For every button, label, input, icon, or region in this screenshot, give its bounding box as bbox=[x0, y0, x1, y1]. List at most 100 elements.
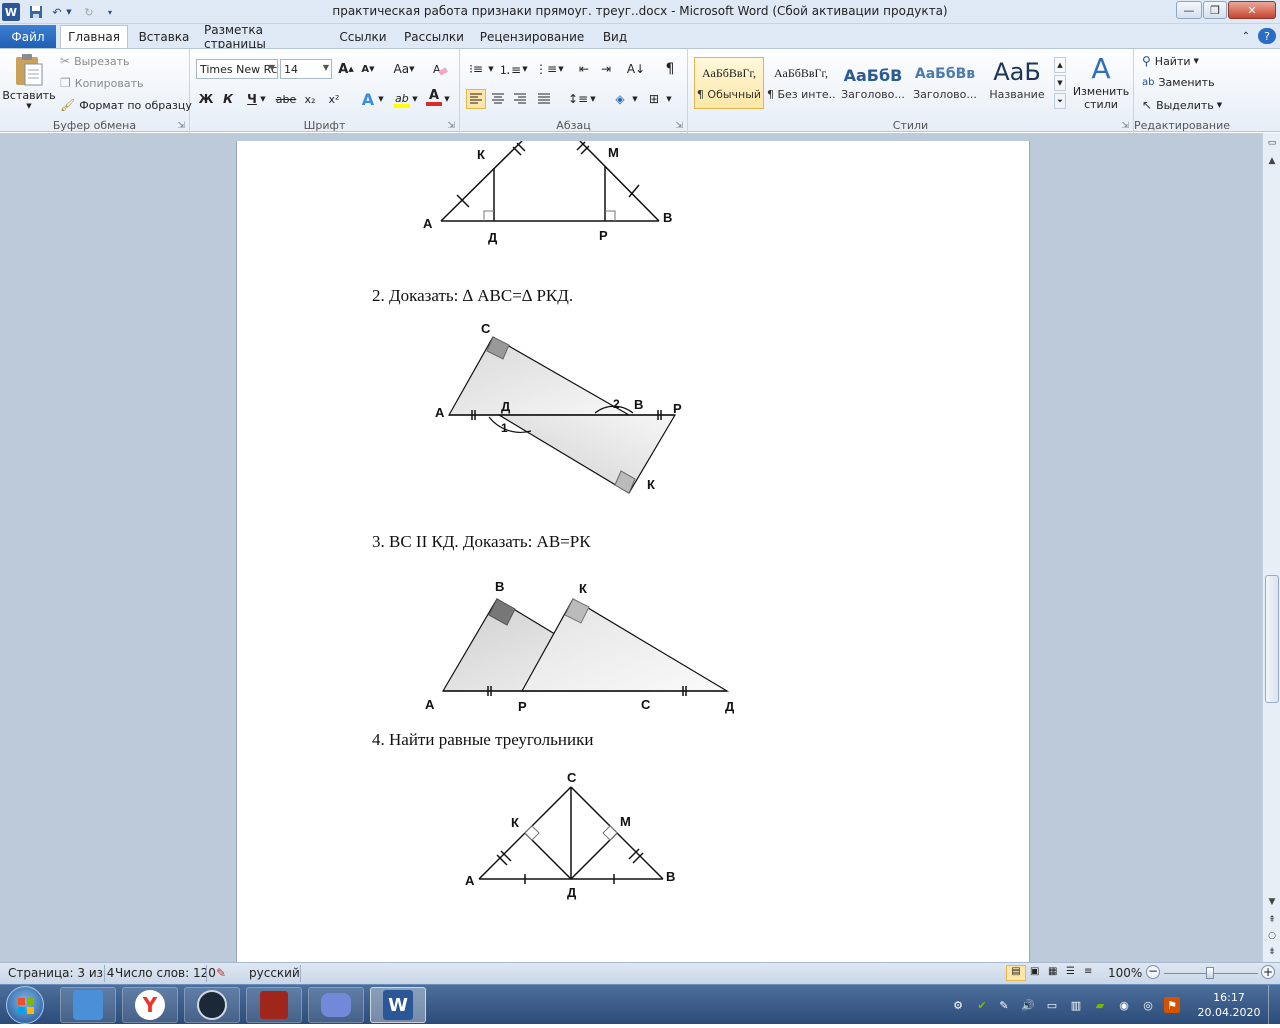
numbering-dropdown-icon[interactable]: ▼ bbox=[520, 59, 530, 79]
sort-icon[interactable]: A↓ bbox=[626, 59, 646, 79]
strikethrough-button[interactable]: abe bbox=[276, 89, 297, 109]
tray-icon-5[interactable]: ▭ bbox=[1044, 997, 1060, 1013]
shading-icon[interactable]: ◈ bbox=[610, 89, 630, 109]
styles-scroll-down-icon[interactable]: ▼ bbox=[1054, 75, 1066, 91]
tab-file[interactable]: Файл bbox=[0, 25, 56, 48]
clipboard-launcher-icon[interactable]: ⇲ bbox=[177, 121, 185, 131]
tab-home[interactable]: Главная bbox=[60, 25, 128, 48]
font-color-dropdown-icon[interactable]: ▼ bbox=[442, 89, 452, 109]
styles-launcher-icon[interactable]: ⇲ bbox=[1121, 121, 1129, 131]
highlight-dropdown-icon[interactable]: ▼ bbox=[410, 89, 420, 109]
select-button[interactable]: ↖ Выделить ▼ bbox=[1142, 98, 1222, 112]
borders-icon[interactable]: ⊞ bbox=[644, 89, 664, 109]
tray-icon-1[interactable]: ⚙ bbox=[950, 997, 966, 1013]
tray-icon-10[interactable]: ⚑ bbox=[1164, 997, 1180, 1013]
font-color-button[interactable]: A bbox=[424, 87, 444, 107]
tray-security-icon[interactable]: ✔ bbox=[974, 997, 990, 1013]
borders-dropdown-icon[interactable]: ▼ bbox=[664, 89, 674, 109]
tab-review[interactable]: Рецензирование bbox=[480, 25, 585, 48]
minimize-ribbon-icon[interactable]: ⌃ bbox=[1238, 25, 1254, 48]
outline-view-icon[interactable]: ☰ bbox=[1066, 966, 1075, 977]
replace-button[interactable]: ab Заменить bbox=[1142, 76, 1215, 89]
style-heading-2[interactable]: АаБбВв Заголово... bbox=[910, 57, 980, 109]
numbering-icon[interactable]: ⒈≡ bbox=[499, 59, 521, 79]
align-left-icon[interactable] bbox=[466, 89, 486, 109]
text-effects-icon[interactable]: A bbox=[358, 89, 378, 109]
italic-button[interactable]: К bbox=[218, 89, 238, 109]
zoom-out-button[interactable]: − bbox=[1146, 965, 1160, 979]
previous-page-icon[interactable]: ⇞ bbox=[1263, 912, 1280, 928]
tab-references[interactable]: Ссылки bbox=[336, 25, 390, 48]
align-center-icon[interactable] bbox=[488, 89, 508, 109]
taskbar-yandex-browser[interactable]: Y bbox=[122, 987, 178, 1023]
font-launcher-icon[interactable]: ⇲ bbox=[447, 121, 455, 131]
volume-icon[interactable]: 🔊 bbox=[1020, 997, 1036, 1013]
multilevel-list-icon[interactable]: ⋮≡ bbox=[535, 59, 557, 79]
zoom-slider-thumb[interactable] bbox=[1206, 967, 1214, 979]
taskbar-discord[interactable] bbox=[308, 987, 364, 1023]
scroll-up-icon[interactable]: ▲ bbox=[1263, 153, 1280, 169]
underline-dropdown-icon[interactable]: ▼ bbox=[258, 89, 268, 109]
page-count[interactable]: Страница: 3 из 4 bbox=[8, 966, 114, 980]
find-button[interactable]: ⚲ Найти ▼ bbox=[1142, 54, 1199, 68]
full-screen-reading-icon[interactable]: ▣ bbox=[1030, 966, 1039, 977]
browse-object-icon[interactable]: ○ bbox=[1263, 928, 1280, 944]
ruler-toggle-icon[interactable]: ▭ bbox=[1263, 135, 1280, 151]
format-painter-button[interactable]: 🖌 Формат по образцу bbox=[60, 98, 192, 112]
web-layout-icon[interactable]: ▦ bbox=[1048, 966, 1057, 977]
paragraph-launcher-icon[interactable]: ⇲ bbox=[675, 121, 683, 131]
help-icon[interactable]: ? bbox=[1258, 28, 1276, 44]
bold-button[interactable]: Ж bbox=[196, 89, 216, 109]
zoom-in-button[interactable]: + bbox=[1261, 965, 1275, 979]
taskbar-word[interactable]: W bbox=[370, 987, 426, 1023]
shrink-font-button[interactable]: A ▼ bbox=[358, 59, 378, 79]
justify-icon[interactable] bbox=[534, 89, 554, 109]
system-clock[interactable]: 16:17 20.04.2020 bbox=[1196, 990, 1262, 1020]
next-page-icon[interactable]: ⇟ bbox=[1263, 944, 1280, 960]
show-formatting-button[interactable]: ¶ bbox=[660, 59, 680, 79]
taskbar-dota[interactable] bbox=[246, 987, 302, 1023]
multilevel-dropdown-icon[interactable]: ▼ bbox=[556, 59, 566, 79]
taskbar-app-wolf[interactable] bbox=[60, 987, 116, 1023]
show-desktop-button[interactable] bbox=[1268, 985, 1280, 1025]
superscript-button[interactable]: x² bbox=[324, 89, 344, 109]
nvidia-icon[interactable]: ▰ bbox=[1092, 997, 1108, 1013]
scroll-thumb[interactable] bbox=[1265, 575, 1279, 703]
tray-steam-icon[interactable]: ◎ bbox=[1140, 997, 1156, 1013]
paste-button[interactable]: Вставить ▼ bbox=[2, 53, 56, 115]
draft-view-icon[interactable]: ≡ bbox=[1084, 966, 1092, 977]
taskbar-steam[interactable] bbox=[184, 987, 240, 1023]
minimize-button[interactable]: — bbox=[1176, 1, 1202, 19]
language-indicator[interactable]: русский bbox=[249, 966, 300, 980]
document-page[interactable]: А Д Р В К М 2. Доказать: ∆ АВС=∆ РКД. С … bbox=[236, 141, 1030, 962]
style-heading-1[interactable]: АаБбВ Заголово... bbox=[838, 57, 908, 109]
zoom-level[interactable]: 100% bbox=[1108, 966, 1142, 980]
style-normal[interactable]: АаБбВвГг, ¶ Обычный bbox=[694, 57, 764, 109]
tray-icon-3[interactable]: ✎ bbox=[996, 997, 1012, 1013]
tab-insert[interactable]: Вставка bbox=[136, 25, 192, 48]
font-name-combo[interactable]: Times New Rc ▼ bbox=[196, 59, 278, 79]
proofing-icon[interactable]: ✎ bbox=[216, 966, 226, 980]
close-button[interactable]: ✕ bbox=[1228, 1, 1276, 19]
decrease-indent-icon[interactable]: ⇤ bbox=[574, 59, 594, 79]
word-count[interactable]: Число слов: 120 bbox=[115, 966, 216, 980]
increase-indent-icon[interactable]: ⇥ bbox=[596, 59, 616, 79]
scroll-down-icon[interactable]: ▼ bbox=[1263, 894, 1280, 910]
bullets-icon[interactable]: ⁝≡ bbox=[466, 59, 486, 79]
clear-formatting-icon[interactable]: A bbox=[430, 59, 450, 79]
grow-font-button[interactable]: A ▲ bbox=[336, 59, 356, 79]
vertical-scrollbar[interactable]: ▭ ▲ ▼ ⇞ ○ ⇟ bbox=[1262, 133, 1280, 962]
maximize-button[interactable]: ❐ bbox=[1203, 1, 1227, 19]
line-spacing-icon[interactable]: ↕≡ bbox=[568, 89, 588, 109]
styles-scroll-up-icon[interactable]: ▲ bbox=[1054, 57, 1066, 73]
tray-icon-8[interactable]: ◉ bbox=[1116, 997, 1132, 1013]
network-icon[interactable]: ▥ bbox=[1068, 997, 1084, 1013]
copy-button[interactable]: ❐ Копировать bbox=[60, 76, 143, 90]
change-styles-button[interactable]: A Изменить стили bbox=[1070, 53, 1132, 112]
shading-dropdown-icon[interactable]: ▼ bbox=[630, 89, 640, 109]
start-button[interactable] bbox=[6, 986, 44, 1024]
align-right-icon[interactable] bbox=[510, 89, 530, 109]
font-size-combo[interactable]: 14 ▼ bbox=[280, 59, 332, 79]
cut-button[interactable]: ✂ Вырезать bbox=[60, 54, 130, 68]
text-effects-dropdown-icon[interactable]: ▼ bbox=[376, 89, 386, 109]
